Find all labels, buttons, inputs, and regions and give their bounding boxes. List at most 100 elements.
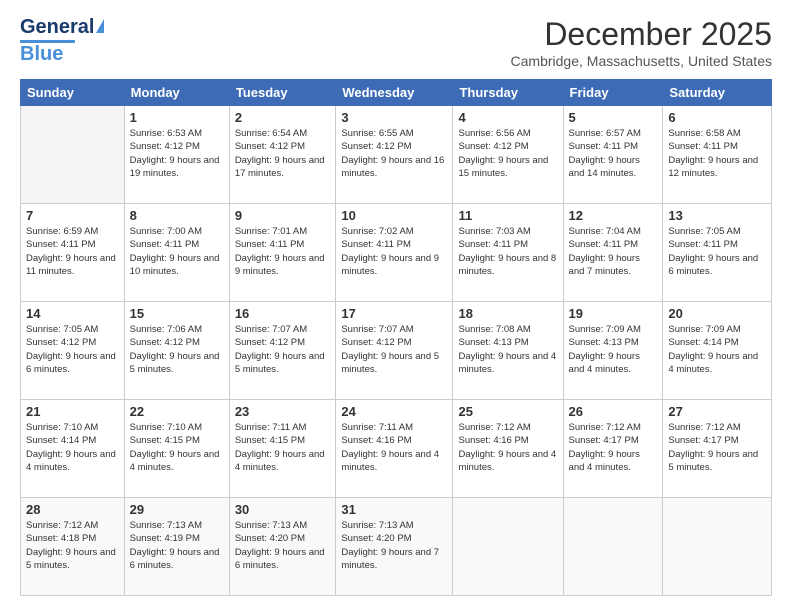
calendar-cell: 13Sunrise: 7:05 AM Sunset: 4:11 PM Dayli… — [663, 204, 772, 302]
day-number: 31 — [341, 502, 447, 517]
logo-arrow-icon — [96, 19, 104, 33]
day-number: 16 — [235, 306, 331, 321]
calendar-cell — [663, 498, 772, 596]
calendar-cell: 5Sunrise: 6:57 AM Sunset: 4:11 PM Daylig… — [563, 106, 663, 204]
day-number: 14 — [26, 306, 119, 321]
calendar-cell: 19 Sunrise: 7:09 AM Sunset: 4:13 PM Dayli… — [563, 302, 663, 400]
logo-blue: Blue — [20, 43, 104, 66]
calendar-cell — [453, 498, 563, 596]
day-number: 4 — [458, 110, 557, 125]
cell-info: Sunrise: 7:08 AM Sunset: 4:13 PM Dayligh… — [458, 323, 557, 376]
day-number: 8 — [130, 208, 224, 223]
calendar-cell: 28 Sunrise: 7:12 AM Sunset: 4:18 PM Dayli… — [21, 498, 125, 596]
day-number: 26 — [569, 404, 658, 419]
day-number: 17 — [341, 306, 447, 321]
day-number: 21 — [26, 404, 119, 419]
calendar-cell: 12Sunrise: 7:04 AM Sunset: 4:11 PM Dayli… — [563, 204, 663, 302]
calendar-cell: 21Sunrise: 7:10 AM Sunset: 4:14 PM Dayli… — [21, 400, 125, 498]
cell-info: Sunrise: 7:11 AM Sunset: 4:16 PM Dayligh… — [341, 421, 447, 474]
page: General Blue December 2025 Cambridge, Ma… — [0, 0, 792, 612]
calendar-cell: 4 Sunrise: 6:56 AM Sunset: 4:12 PM Daylig… — [453, 106, 563, 204]
weekday-header-saturday: Saturday — [663, 80, 772, 106]
logo-general: General — [20, 16, 94, 39]
calendar-cell: 10 Sunrise: 7:02 AM Sunset: 4:11 PM Dayli… — [336, 204, 453, 302]
calendar-cell — [563, 498, 663, 596]
calendar-cell: 15 Sunrise: 7:06 AM Sunset: 4:12 PM Dayli… — [124, 302, 229, 400]
cell-info: Sunrise: 7:12 AM Sunset: 4:16 PM Dayligh… — [458, 421, 557, 474]
cell-info: Sunrise: 7:05 AM Sunset: 4:11 PM Dayligh… — [668, 225, 766, 278]
cell-info: Sunrise: 7:01 AM Sunset: 4:11 PM Dayligh… — [235, 225, 331, 278]
day-number: 19 — [569, 306, 658, 321]
calendar-cell: 14 Sunrise: 7:05 AM Sunset: 4:12 PM Dayli… — [21, 302, 125, 400]
calendar-row-2: 14 Sunrise: 7:05 AM Sunset: 4:12 PM Dayli… — [21, 302, 772, 400]
cell-info: Sunrise: 6:58 AM Sunset: 4:11 PM Dayligh… — [668, 127, 766, 180]
day-number: 11 — [458, 208, 557, 223]
calendar-cell: 27 Sunrise: 7:12 AM Sunset: 4:17 PM Dayli… — [663, 400, 772, 498]
day-number: 27 — [668, 404, 766, 419]
cell-info: Sunrise: 6:56 AM Sunset: 4:12 PM Dayligh… — [458, 127, 557, 180]
cell-info: Sunrise: 7:03 AM Sunset: 4:11 PM Dayligh… — [458, 225, 557, 278]
cell-info: Sunrise: 7:09 AM Sunset: 4:14 PM Dayligh… — [668, 323, 766, 376]
calendar-row-4: 28 Sunrise: 7:12 AM Sunset: 4:18 PM Dayli… — [21, 498, 772, 596]
weekday-header-wednesday: Wednesday — [336, 80, 453, 106]
cell-info: Sunrise: 7:07 AM Sunset: 4:12 PM Dayligh… — [235, 323, 331, 376]
cell-info: Sunrise: 7:07 AM Sunset: 4:12 PM Dayligh… — [341, 323, 447, 376]
calendar-cell — [21, 106, 125, 204]
header: General Blue December 2025 Cambridge, Ma… — [20, 16, 772, 69]
cell-info: Sunrise: 7:06 AM Sunset: 4:12 PM Dayligh… — [130, 323, 224, 376]
weekday-header-thursday: Thursday — [453, 80, 563, 106]
cell-info: Sunrise: 7:12 AM Sunset: 4:18 PM Dayligh… — [26, 519, 119, 572]
day-number: 29 — [130, 502, 224, 517]
cell-info: Sunrise: 6:55 AM Sunset: 4:12 PM Dayligh… — [341, 127, 447, 180]
cell-info: Sunrise: 6:59 AM Sunset: 4:11 PM Dayligh… — [26, 225, 119, 278]
weekday-header-sunday: Sunday — [21, 80, 125, 106]
calendar-cell: 17 Sunrise: 7:07 AM Sunset: 4:12 PM Dayli… — [336, 302, 453, 400]
cell-info: Sunrise: 7:00 AM Sunset: 4:11 PM Dayligh… — [130, 225, 224, 278]
calendar-cell: 29 Sunrise: 7:13 AM Sunset: 4:19 PM Dayli… — [124, 498, 229, 596]
cell-info: Sunrise: 7:09 AM Sunset: 4:13 PM Dayligh… — [569, 323, 658, 376]
month-title: December 2025 — [511, 16, 772, 53]
day-number: 23 — [235, 404, 331, 419]
calendar-cell: 23Sunrise: 7:11 AM Sunset: 4:15 PM Dayli… — [229, 400, 336, 498]
cell-info: Sunrise: 7:12 AM Sunset: 4:17 PM Dayligh… — [668, 421, 766, 474]
calendar-cell: 24 Sunrise: 7:11 AM Sunset: 4:16 PM Dayli… — [336, 400, 453, 498]
calendar-row-0: 1 Sunrise: 6:53 AM Sunset: 4:12 PM Daylig… — [21, 106, 772, 204]
day-number: 6 — [668, 110, 766, 125]
calendar-cell: 16 Sunrise: 7:07 AM Sunset: 4:12 PM Dayli… — [229, 302, 336, 400]
calendar-cell: 9Sunrise: 7:01 AM Sunset: 4:11 PM Daylig… — [229, 204, 336, 302]
cell-info: Sunrise: 7:02 AM Sunset: 4:11 PM Dayligh… — [341, 225, 447, 278]
calendar-cell: 20Sunrise: 7:09 AM Sunset: 4:14 PM Dayli… — [663, 302, 772, 400]
calendar-cell: 26 Sunrise: 7:12 AM Sunset: 4:17 PM Dayli… — [563, 400, 663, 498]
calendar-cell: 30Sunrise: 7:13 AM Sunset: 4:20 PM Dayli… — [229, 498, 336, 596]
cell-info: Sunrise: 7:10 AM Sunset: 4:15 PM Dayligh… — [130, 421, 224, 474]
cell-info: Sunrise: 7:05 AM Sunset: 4:12 PM Dayligh… — [26, 323, 119, 376]
calendar-cell: 18 Sunrise: 7:08 AM Sunset: 4:13 PM Dayli… — [453, 302, 563, 400]
day-number: 24 — [341, 404, 447, 419]
day-number: 12 — [569, 208, 658, 223]
day-number: 28 — [26, 502, 119, 517]
calendar-cell: 2Sunrise: 6:54 AM Sunset: 4:12 PM Daylig… — [229, 106, 336, 204]
day-number: 15 — [130, 306, 224, 321]
day-number: 7 — [26, 208, 119, 223]
calendar-row-1: 7 Sunrise: 6:59 AM Sunset: 4:11 PM Daylig… — [21, 204, 772, 302]
day-number: 25 — [458, 404, 557, 419]
calendar-row-3: 21Sunrise: 7:10 AM Sunset: 4:14 PM Dayli… — [21, 400, 772, 498]
calendar-cell: 1 Sunrise: 6:53 AM Sunset: 4:12 PM Daylig… — [124, 106, 229, 204]
calendar-cell: 3 Sunrise: 6:55 AM Sunset: 4:12 PM Daylig… — [336, 106, 453, 204]
calendar-cell: 8 Sunrise: 7:00 AM Sunset: 4:11 PM Daylig… — [124, 204, 229, 302]
location: Cambridge, Massachusetts, United States — [511, 53, 772, 69]
cell-info: Sunrise: 7:13 AM Sunset: 4:20 PM Dayligh… — [341, 519, 447, 572]
cell-info: Sunrise: 7:13 AM Sunset: 4:19 PM Dayligh… — [130, 519, 224, 572]
cell-info: Sunrise: 7:13 AM Sunset: 4:20 PM Dayligh… — [235, 519, 331, 572]
logo: General Blue — [20, 16, 104, 66]
calendar-cell: 7 Sunrise: 6:59 AM Sunset: 4:11 PM Daylig… — [21, 204, 125, 302]
calendar-cell: 25 Sunrise: 7:12 AM Sunset: 4:16 PM Dayli… — [453, 400, 563, 498]
day-number: 18 — [458, 306, 557, 321]
day-number: 1 — [130, 110, 224, 125]
cell-info: Sunrise: 6:53 AM Sunset: 4:12 PM Dayligh… — [130, 127, 224, 180]
cell-info: Sunrise: 7:12 AM Sunset: 4:17 PM Dayligh… — [569, 421, 658, 474]
calendar-cell: 11 Sunrise: 7:03 AM Sunset: 4:11 PM Dayli… — [453, 204, 563, 302]
day-number: 10 — [341, 208, 447, 223]
calendar-cell: 6 Sunrise: 6:58 AM Sunset: 4:11 PM Daylig… — [663, 106, 772, 204]
day-number: 3 — [341, 110, 447, 125]
